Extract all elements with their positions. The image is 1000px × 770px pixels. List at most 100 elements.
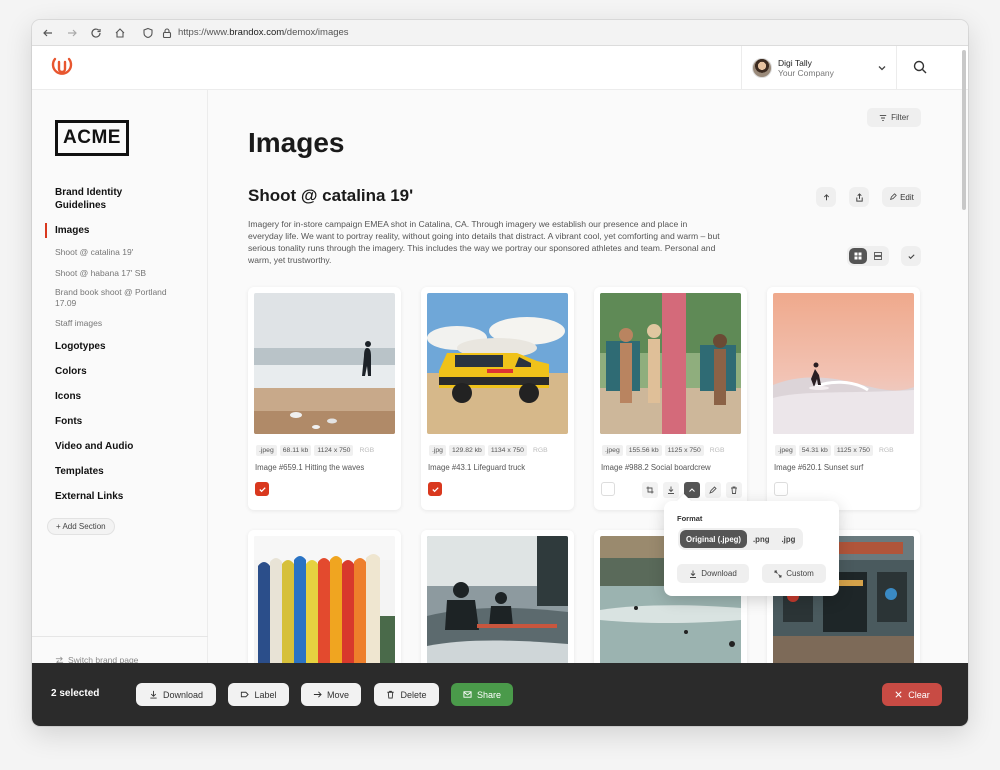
brand-logo-icon[interactable]: [50, 54, 74, 82]
popover-download-label: Download: [701, 569, 737, 578]
user-name: Digi Tally: [778, 58, 812, 68]
sunset-surf-image: [773, 293, 914, 434]
delete-action[interactable]: [726, 482, 742, 498]
sidebar-item-colors[interactable]: Colors: [55, 365, 87, 378]
user-menu[interactable]: Digi Tally Your Company: [741, 46, 897, 90]
home-icon[interactable]: [108, 21, 132, 45]
sidebar-item-icons[interactable]: Icons: [55, 390, 81, 403]
image-meta: .jpeg 54.31 kb 1125 x 750 RGB: [775, 445, 897, 456]
image-thumbnail[interactable]: [427, 536, 568, 677]
format-option-png[interactable]: .png: [747, 530, 775, 548]
edit-label: Edit: [900, 192, 914, 202]
popover-custom-button[interactable]: Custom: [762, 564, 826, 583]
dims-tag: 1124 x 750: [314, 445, 354, 456]
image-card[interactable]: .jpeg 68.11 kb 1124 x 750 RGB Image #659…: [248, 287, 401, 510]
select-checkbox[interactable]: [601, 482, 615, 496]
size-tag: 54.31 kb: [798, 445, 831, 456]
ext-tag: .jpeg: [256, 445, 277, 456]
checkmark-icon: [907, 253, 915, 259]
trash-icon: [387, 690, 395, 699]
filter-label: Filter: [891, 113, 909, 122]
download-icon: [668, 486, 674, 494]
sidebar-subitem-staff[interactable]: Staff images: [55, 318, 102, 329]
app-header: Digi Tally Your Company: [32, 46, 968, 90]
ext-tag: .jpeg: [775, 445, 796, 456]
format-option-jpg[interactable]: .jpg: [775, 530, 801, 548]
edit-action[interactable]: [705, 482, 721, 498]
active-indicator: [45, 223, 47, 238]
sidebar-item-images[interactable]: Images: [55, 224, 89, 237]
grid-view-button[interactable]: [849, 248, 867, 264]
avatar: [752, 58, 772, 78]
address-bar[interactable]: https://www.brandox.com/demox/images: [178, 27, 349, 38]
url-domain: brandox.com: [229, 27, 285, 38]
bulk-share-label: Share: [476, 689, 502, 700]
select-checkbox[interactable]: [774, 482, 788, 496]
bulk-download-button[interactable]: Download: [136, 683, 216, 706]
list-view-button[interactable]: [869, 248, 887, 264]
image-thumbnail[interactable]: [254, 536, 395, 677]
bulk-share-button[interactable]: Share: [451, 683, 513, 706]
download-action[interactable]: [663, 482, 679, 498]
dims-tag: 1125 x 750: [833, 445, 873, 456]
sidebar-item-external-links[interactable]: External Links: [55, 490, 123, 503]
bulk-delete-button[interactable]: Delete: [374, 683, 439, 706]
color-tag: RGB: [532, 447, 548, 454]
image-card[interactable]: .jpeg 155.56 kb 1125 x 750 RGB Image #98…: [594, 287, 747, 510]
image-thumbnail[interactable]: [773, 293, 914, 434]
image-card[interactable]: .jpeg 54.31 kb 1125 x 750 RGB Image #620…: [767, 287, 920, 510]
sidebar-item-logotypes[interactable]: Logotypes: [55, 340, 106, 353]
image-thumbnail[interactable]: [254, 293, 395, 434]
select-all-button[interactable]: [901, 246, 921, 266]
surfboards-image: [254, 536, 395, 677]
upload-button[interactable]: [816, 187, 836, 207]
image-thumbnail[interactable]: [600, 293, 741, 434]
view-toggle: [847, 246, 889, 266]
trash-icon: [731, 486, 737, 494]
download-icon: [690, 570, 697, 578]
crop-icon: [646, 486, 654, 494]
edit-button[interactable]: Edit: [882, 187, 921, 207]
acme-logo[interactable]: ACME: [55, 120, 129, 156]
size-tag: 129.82 kb: [448, 445, 485, 456]
add-section-button[interactable]: + Add Section: [47, 518, 115, 535]
move-action[interactable]: [642, 482, 658, 498]
image-meta: .jpeg 68.11 kb 1124 x 750 RGB: [256, 445, 377, 456]
image-card[interactable]: .jpg 129.82 kb 1134 x 750 RGB Image #43.…: [421, 287, 574, 510]
format-option-original[interactable]: Original (.jpeg): [680, 530, 748, 548]
color-tag: RGB: [878, 447, 894, 454]
filter-button[interactable]: Filter: [867, 108, 921, 127]
selection-action-bar: 2 selected Download Label Move Delete Sh…: [32, 663, 968, 726]
sidebar-item-fonts[interactable]: Fonts: [55, 415, 82, 428]
page-title: Images: [248, 127, 345, 158]
size-tag: 155.56 kb: [625, 445, 662, 456]
close-icon: [895, 691, 902, 698]
reload-icon[interactable]: [84, 21, 108, 45]
popover-download-button[interactable]: Download: [677, 564, 749, 583]
sidebar-item-video-audio[interactable]: Video and Audio: [55, 440, 133, 453]
resize-icon: [774, 570, 782, 577]
share-icon: [855, 192, 863, 202]
forward-arrow-icon[interactable]: [60, 21, 84, 45]
sidebar-subitem-habana[interactable]: Shoot @ habana 17' SB: [55, 268, 146, 279]
sidebar-subitem-catalina[interactable]: Shoot @ catalina 19': [55, 247, 133, 258]
bulk-move-button[interactable]: Move: [301, 683, 361, 706]
back-arrow-icon[interactable]: [36, 21, 60, 45]
sidebar-item-brand-identity[interactable]: Brand Identity Guidelines: [55, 186, 145, 212]
filter-icon: [879, 114, 887, 121]
clear-selection-button[interactable]: Clear: [882, 683, 942, 706]
page-scrollbar[interactable]: [962, 50, 966, 210]
select-checkbox[interactable]: [255, 482, 269, 496]
shield-icon: [136, 21, 160, 45]
sidebar-subitem-portland[interactable]: Brand book shoot @ Portland 17.09: [55, 287, 185, 309]
search-icon[interactable]: [912, 59, 928, 75]
dims-tag: 1125 x 750: [664, 445, 704, 456]
sidebar-item-templates[interactable]: Templates: [55, 465, 104, 478]
bulk-label-button[interactable]: Label: [228, 683, 289, 706]
share-section-button[interactable]: [849, 187, 869, 207]
pencil-icon: [709, 486, 717, 494]
image-thumbnail[interactable]: [427, 293, 568, 434]
surfers-waiting-image: [427, 536, 568, 677]
chevron-up-icon: [689, 488, 695, 492]
select-checkbox[interactable]: [428, 482, 442, 496]
